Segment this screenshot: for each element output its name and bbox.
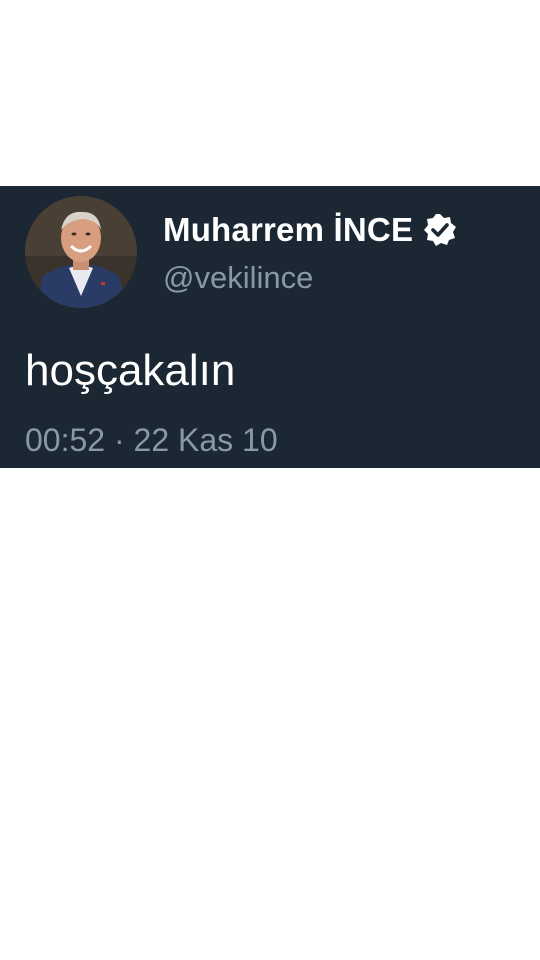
tweet-card[interactable]: Muharrem İNCE @vekilince hoşçakalın 00:5… bbox=[0, 186, 540, 468]
display-name-row: Muharrem İNCE bbox=[163, 210, 457, 250]
tweet-text: hoşçakalın bbox=[25, 346, 236, 395]
display-name[interactable]: Muharrem İNCE bbox=[163, 211, 413, 249]
verified-badge-icon bbox=[423, 213, 457, 247]
screenshot-canvas: Muharrem İNCE @vekilince hoşçakalın 00:5… bbox=[0, 0, 540, 960]
tweet-timestamp[interactable]: 00:52 · 22 Kas 10 bbox=[25, 422, 278, 459]
avatar-photo bbox=[25, 196, 137, 308]
user-handle[interactable]: @vekilince bbox=[163, 260, 313, 296]
avatar[interactable] bbox=[25, 196, 137, 308]
